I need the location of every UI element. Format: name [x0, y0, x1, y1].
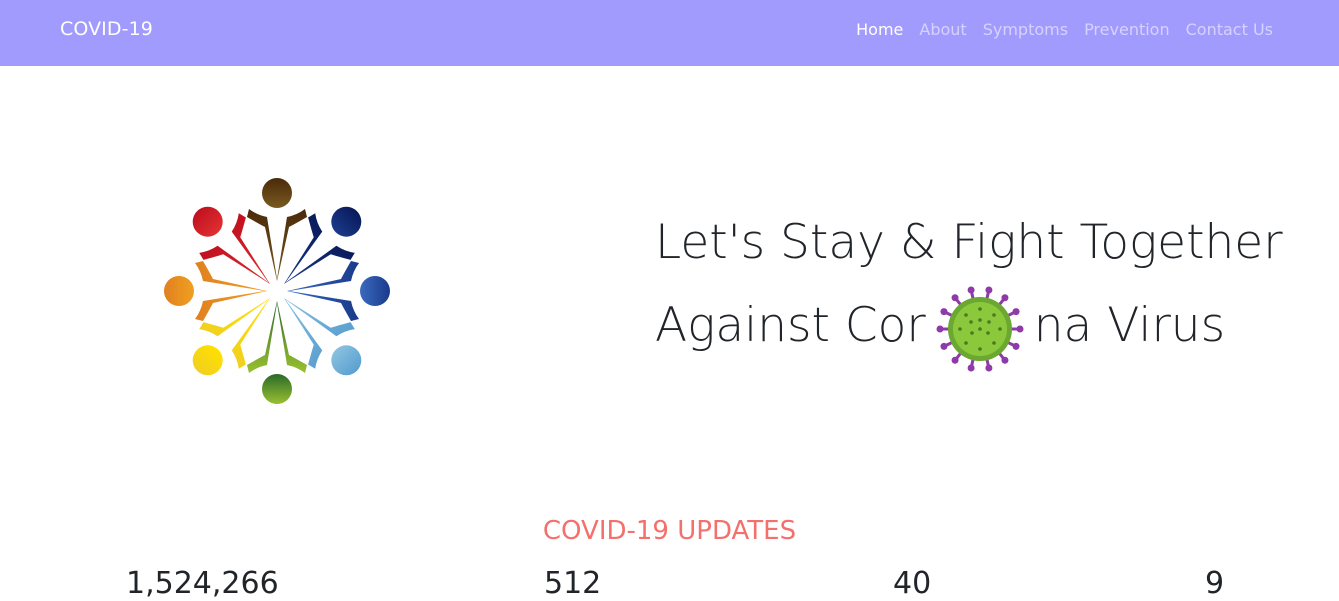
nav-link-about[interactable]: About [919, 20, 966, 39]
nav-link-symptoms[interactable]: Symptoms [983, 20, 1068, 39]
coronavirus-icon [930, 279, 1030, 379]
navbar: COVID-19 Home About Symptoms Prevention … [0, 0, 1339, 66]
nav-link-prevention[interactable]: Prevention [1084, 20, 1170, 39]
stat-value-4: 9 [1205, 566, 1225, 601]
nav-links: Home About Symptoms Prevention Contact U… [856, 20, 1273, 39]
stat-value-2: 512 [544, 566, 602, 601]
nav-link-contact-us[interactable]: Contact Us [1186, 20, 1273, 39]
nav-link-home[interactable]: Home [856, 20, 903, 39]
hero-line-2-end: na Virus [1033, 298, 1226, 353]
hero-line-2-start: Against Cor [655, 298, 926, 353]
brand-link[interactable]: COVID-19 [60, 18, 153, 40]
stat-value-1: 1,524,266 [126, 566, 279, 601]
hero-line-1: Let's Stay & Fight Together [655, 215, 1283, 270]
updates-title: COVID-19 UPDATES [542, 516, 797, 546]
hero-line-2: Against Cor na Virus [655, 279, 1283, 379]
stat-value-3: 40 [893, 566, 932, 601]
people-circle-logo-icon [162, 176, 392, 406]
hero-heading: Let's Stay & Fight Together Against Cor n… [655, 206, 1283, 379]
